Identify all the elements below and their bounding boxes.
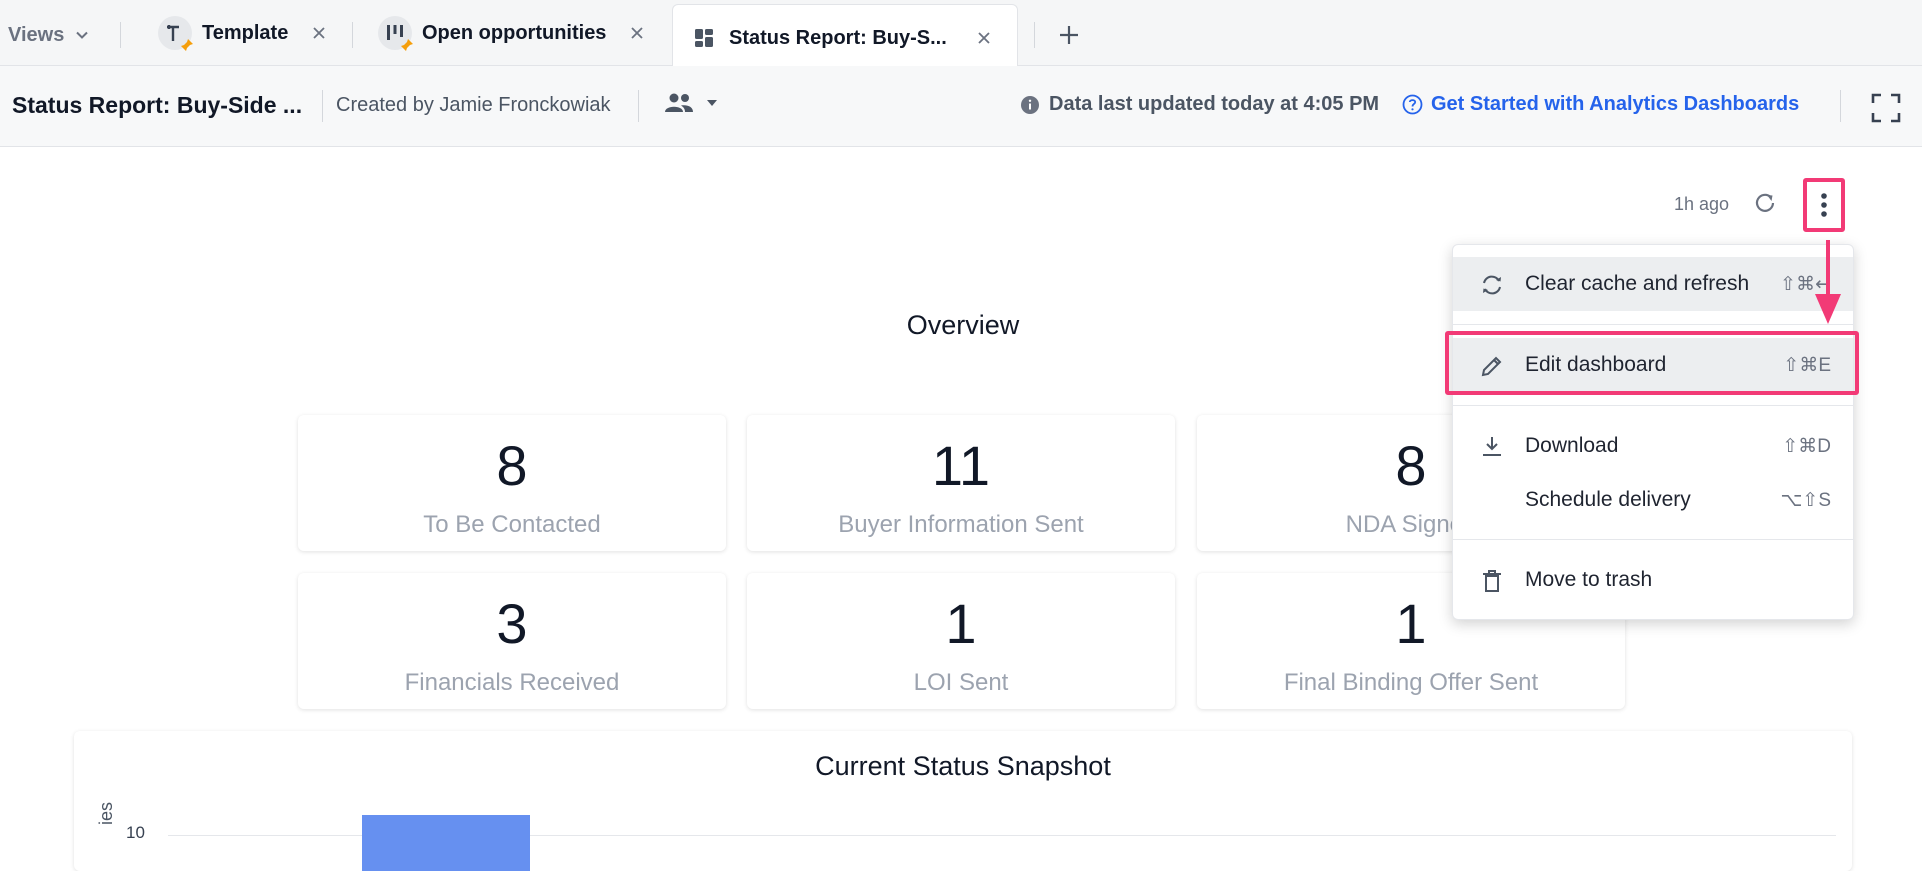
kanban-icon [378, 16, 413, 51]
sync-icon [1483, 275, 1501, 295]
pencil-icon [1481, 356, 1502, 377]
stat-label: Financials Received [404, 669, 620, 696]
pin-icon [401, 39, 413, 51]
dashboard-options-menu: Clear cache and refresh ⇧⌘↵ Edit dashboa… [1452, 244, 1854, 620]
dashboard-icon [693, 27, 715, 49]
menu-item-label: Download [1525, 434, 1619, 457]
stat-value: 8 [496, 434, 528, 497]
tab-status-report[interactable]: Status Report: Buy-S... [672, 4, 1018, 71]
y-axis-label: ies [96, 801, 116, 825]
plus-icon [1060, 26, 1078, 44]
header-divider [322, 90, 323, 122]
y-axis-tick: 10 [126, 823, 145, 842]
stat-label: Buyer Information Sent [838, 511, 1084, 538]
stat-label: To Be Contacted [423, 511, 601, 538]
caret-down-icon [707, 100, 717, 106]
tab-label: Status Report: Buy-S... [729, 26, 947, 49]
menu-item-label: Schedule delivery [1525, 488, 1691, 511]
menu-item-label: Edit dashboard [1525, 353, 1667, 376]
fullscreen-button[interactable] [1871, 93, 1901, 123]
help-icon [1402, 94, 1423, 115]
stat-label: LOI Sent [913, 669, 1009, 696]
stat-value: 11 [931, 434, 991, 497]
info-icon [1021, 95, 1039, 114]
chevron-down-icon [76, 31, 89, 39]
get-started-label: Get Started with Analytics Dashboards [1431, 93, 1800, 115]
stat-value: 1 [945, 592, 977, 655]
last-updated-text: Data last updated today at 4:05 PM [1049, 93, 1380, 115]
trash-icon [1483, 570, 1501, 592]
get-started-link[interactable]: Get Started with Analytics Dashboards [1402, 93, 1799, 116]
close-icon[interactable] [630, 26, 644, 40]
tab-divider [1034, 22, 1035, 48]
stat-tile[interactable]: 3 Financials Received [298, 573, 726, 709]
menu-item-download[interactable]: Download ⇧⌘D [1453, 419, 1853, 473]
pointer-arrow-icon [1815, 240, 1841, 324]
more-options-button[interactable] [1803, 178, 1845, 232]
pin-icon [181, 39, 193, 51]
last-refreshed-text: 1h ago [1674, 194, 1730, 214]
menu-item-edit-dashboard[interactable]: Edit dashboard ⇧⌘E [1453, 338, 1853, 392]
menu-divider [1453, 324, 1853, 325]
created-by-text: Created by Jamie Fronckowiak [336, 94, 611, 116]
tab-open-opportunities[interactable]: Open opportunities [378, 0, 644, 66]
refresh-icon [1755, 193, 1775, 212]
overview-title: Overview [906, 310, 1020, 340]
stat-tile[interactable]: 11 Buyer Information Sent [747, 415, 1175, 551]
page-title: Status Report: Buy-Side ... [12, 92, 303, 118]
menu-divider [1453, 539, 1853, 540]
views-label: Views [8, 23, 65, 46]
tab-bar: Views Template Open opportunities Status… [0, 0, 1922, 71]
tab-divider [352, 22, 353, 48]
shortcut-hint: ⇧⌘E [1783, 354, 1831, 376]
header-divider [638, 90, 639, 122]
header-divider [1840, 90, 1841, 122]
shortcut-hint: ⇧⌘D [1782, 435, 1831, 457]
tab-template[interactable]: Template [158, 0, 326, 66]
stat-label: Final Binding Offer Sent [1283, 669, 1539, 696]
menu-item-label: Clear cache and refresh [1525, 272, 1750, 295]
stat-tile[interactable]: 8 To Be Contacted [298, 415, 726, 551]
add-tab-button[interactable] [1054, 20, 1084, 50]
tab-label: Open opportunities [422, 21, 607, 44]
template-icon [158, 16, 193, 51]
people-icon [665, 93, 693, 112]
snapshot-title: Current Status Snapshot [815, 751, 1111, 781]
tab-label: Template [202, 21, 289, 44]
menu-divider [1453, 405, 1853, 406]
fullscreen-icon [1871, 93, 1901, 123]
status-snapshot-card: Current Status Snapshot ies 10 [74, 731, 1852, 871]
stat-value: 3 [496, 592, 528, 655]
tab-divider [120, 22, 121, 48]
dashboard-header: Status Report: Buy-Side ... Created by J… [0, 66, 1922, 147]
menu-item-move-to-trash[interactable]: Move to trash [1453, 553, 1853, 607]
views-dropdown[interactable]: Views [8, 22, 90, 48]
menu-item-label: Move to trash [1525, 568, 1653, 591]
menu-item-clear-cache[interactable]: Clear cache and refresh ⇧⌘↵ [1453, 257, 1853, 311]
kebab-icon [1821, 193, 1827, 217]
refresh-button[interactable] [1752, 190, 1780, 218]
sharing-button[interactable] [664, 92, 718, 114]
shortcut-hint: ⌥⇧S [1780, 489, 1832, 511]
menu-item-schedule-delivery[interactable]: Schedule delivery ⌥⇧S [1453, 473, 1853, 527]
stat-tile[interactable]: 1 LOI Sent [747, 573, 1175, 709]
chart-bar[interactable] [362, 815, 530, 871]
close-icon[interactable] [312, 26, 326, 40]
close-icon[interactable] [977, 31, 991, 45]
last-updated: Data last updated today at 4:05 PM [1020, 93, 1379, 116]
download-icon [1483, 437, 1501, 456]
